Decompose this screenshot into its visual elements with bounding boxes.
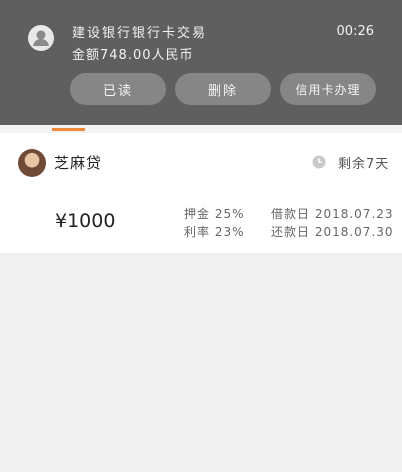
notification-title: 建设银行银行卡交易 xyxy=(72,26,208,41)
borrow-date: 借款日 2018.07.23 xyxy=(271,207,394,221)
interest-rate: 利率 23% xyxy=(184,225,245,239)
remaining-days: 剩余7天 xyxy=(338,157,390,172)
delete-button[interactable]: 删除 xyxy=(175,73,271,105)
tab-indicator xyxy=(52,128,85,131)
deposit-rate: 押金 25% xyxy=(184,207,245,221)
notification-body: 金额748.00人民币 xyxy=(72,48,194,63)
credit-card-apply-button[interactable]: 信用卡办理 xyxy=(280,73,376,105)
lender-name: 芝麻贷 xyxy=(54,154,103,172)
user-icon xyxy=(28,25,54,51)
notification-banner[interactable] xyxy=(0,0,402,125)
loan-amount: ¥1000 xyxy=(55,210,116,232)
mark-read-button[interactable]: 已读 xyxy=(70,73,166,105)
clock-icon xyxy=(312,154,326,169)
due-date: 还款日 2018.07.30 xyxy=(271,225,394,239)
avatar xyxy=(18,149,46,177)
notification-time: 00:26 xyxy=(336,24,374,39)
